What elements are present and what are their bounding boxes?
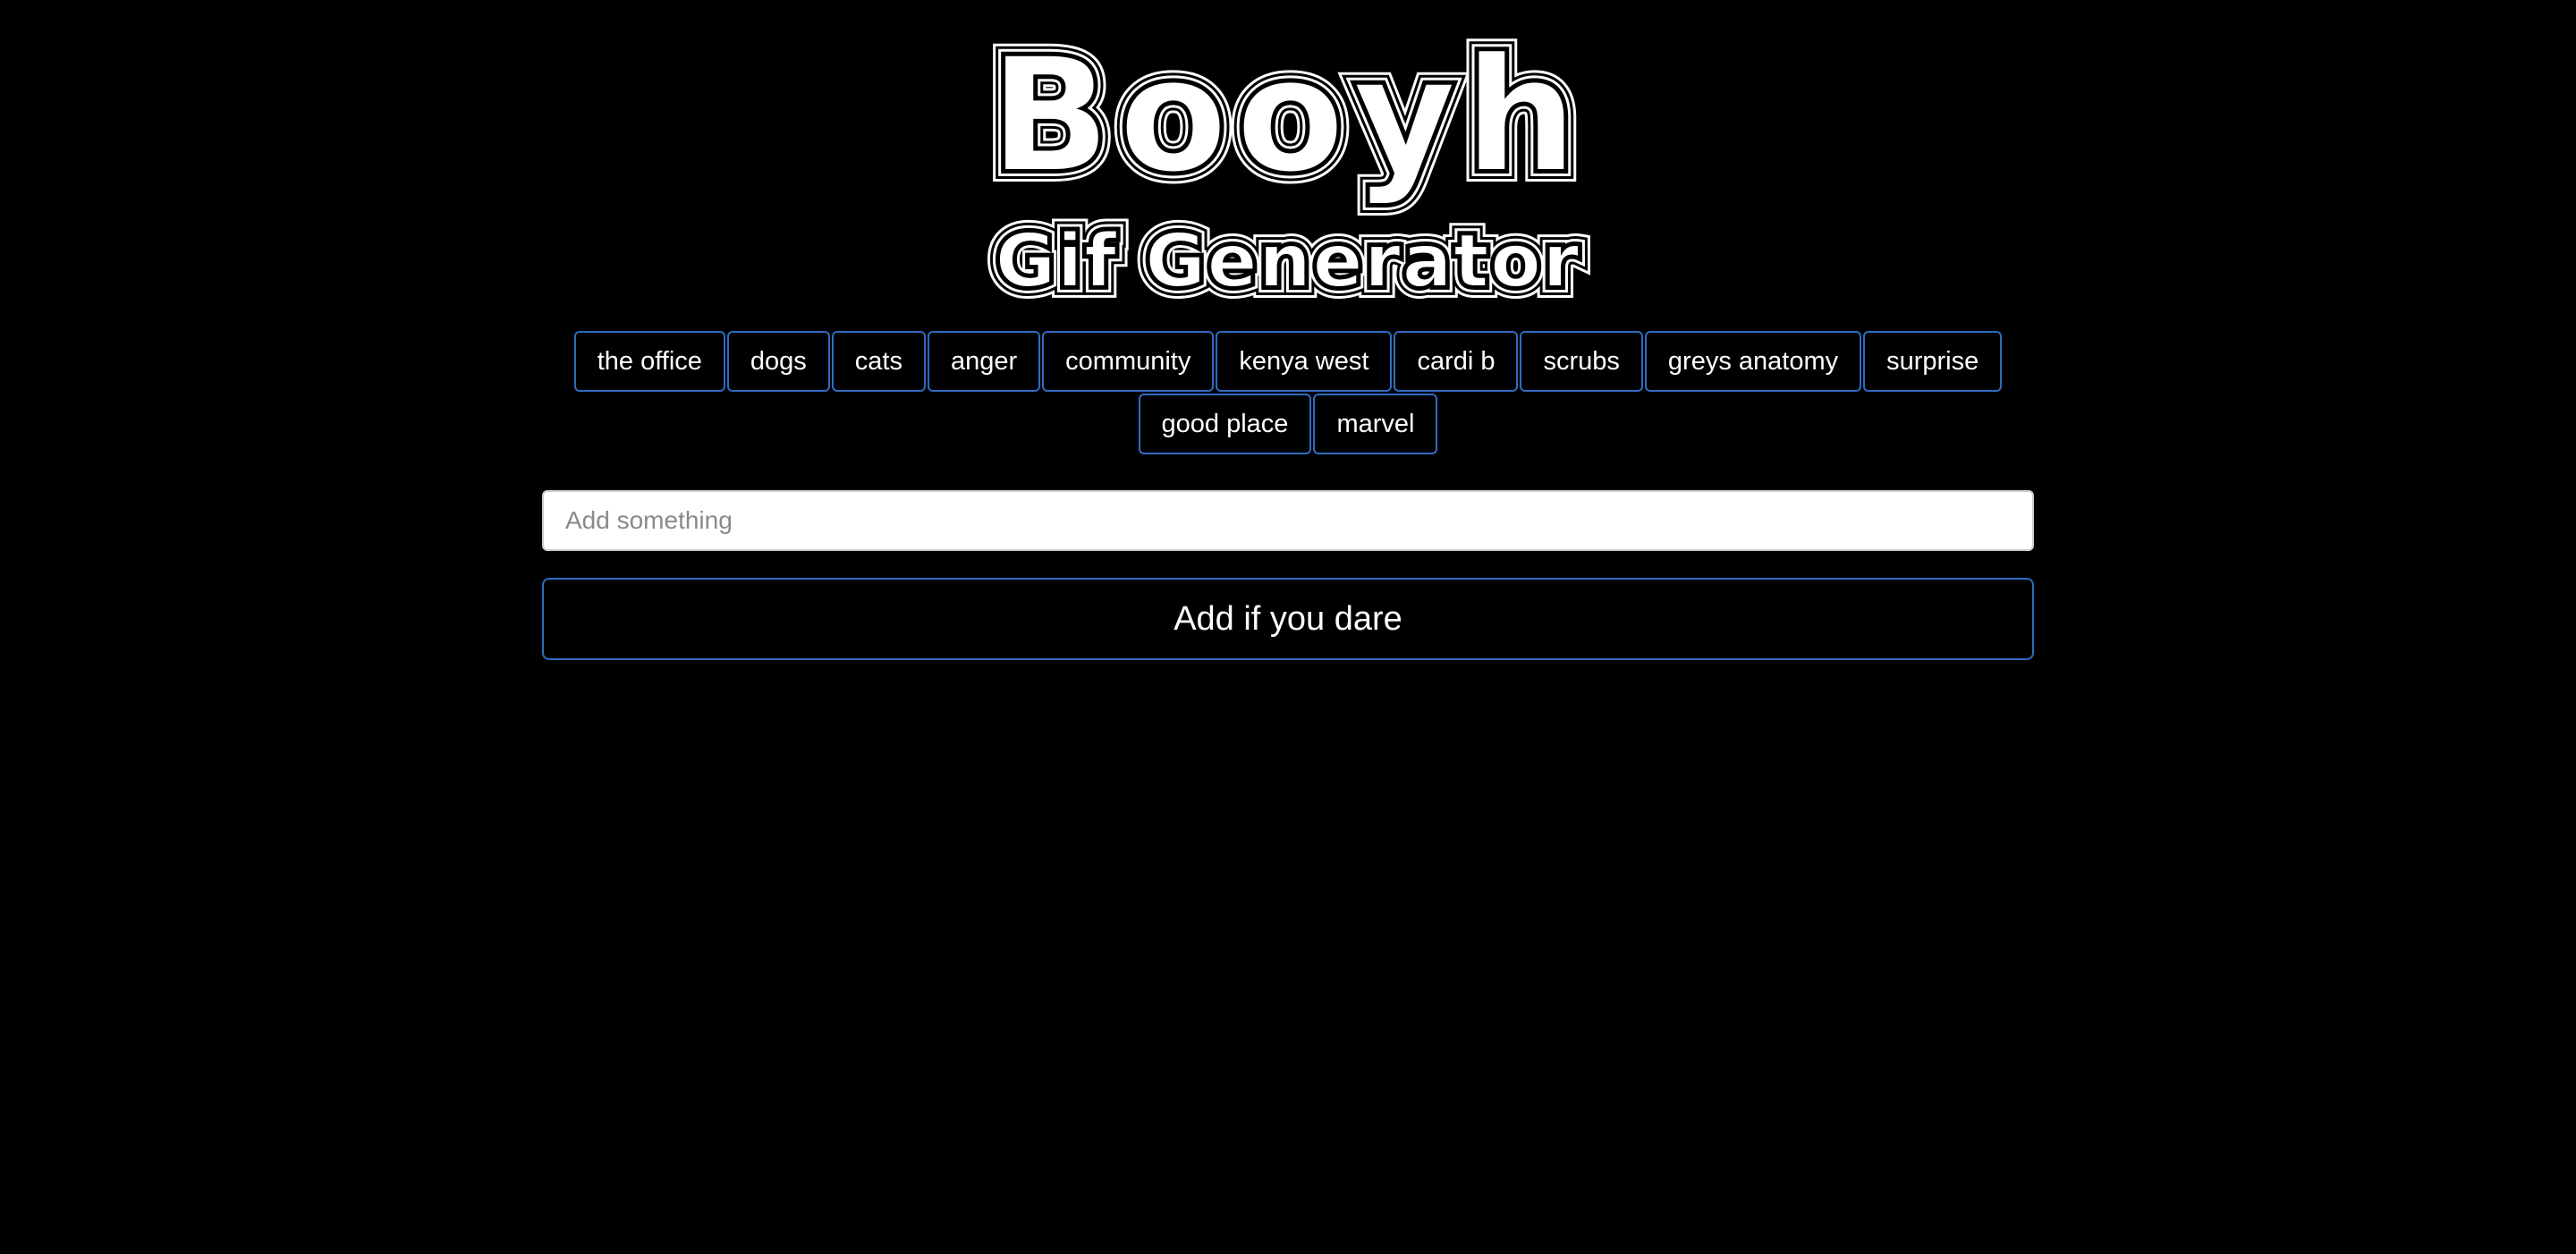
page-title: Booyh Booyh Booyh Booyh Booyh Booyh <box>0 24 2576 208</box>
topic-button-the-office[interactable]: the office <box>573 331 725 392</box>
topic-button-anger[interactable]: anger <box>927 331 1041 392</box>
topic-button-good-place[interactable]: good place <box>1138 394 1312 454</box>
topic-button-surprise[interactable]: surprise <box>1863 331 2003 392</box>
topic-button-marvel[interactable]: marvel <box>1313 394 1438 454</box>
topic-button-greys-anatomy[interactable]: greys anatomy <box>1644 331 1862 392</box>
page-subtitle-lettering: Gif Generator Gif Generator Gif Generato… <box>984 210 1590 314</box>
page-subtitle: Gif Generator Gif Generator Gif Generato… <box>0 210 2576 314</box>
topic-button-cardi-b[interactable]: cardi b <box>1394 331 1519 392</box>
add-topic-button[interactable]: Add if you dare <box>542 578 2034 660</box>
topic-button-dogs[interactable]: dogs <box>726 331 830 392</box>
topic-button-list: the office dogs cats anger community ken… <box>572 331 2004 454</box>
page: Booyh Booyh Booyh Booyh Booyh Booyh Gif … <box>0 0 2576 1254</box>
page-title-stroke-5: Booyh <box>989 24 1586 208</box>
topic-button-cats[interactable]: cats <box>831 331 926 392</box>
topic-button-community[interactable]: community <box>1042 331 1215 392</box>
page-subtitle-stroke-5: Gif Generator <box>995 219 1581 304</box>
add-topic-input[interactable] <box>542 490 2034 551</box>
topic-button-kenya-west[interactable]: kenya west <box>1216 331 1393 392</box>
page-title-lettering: Booyh Booyh Booyh Booyh Booyh Booyh <box>979 24 1589 208</box>
topic-button-scrubs[interactable]: scrubs <box>1520 331 1643 392</box>
